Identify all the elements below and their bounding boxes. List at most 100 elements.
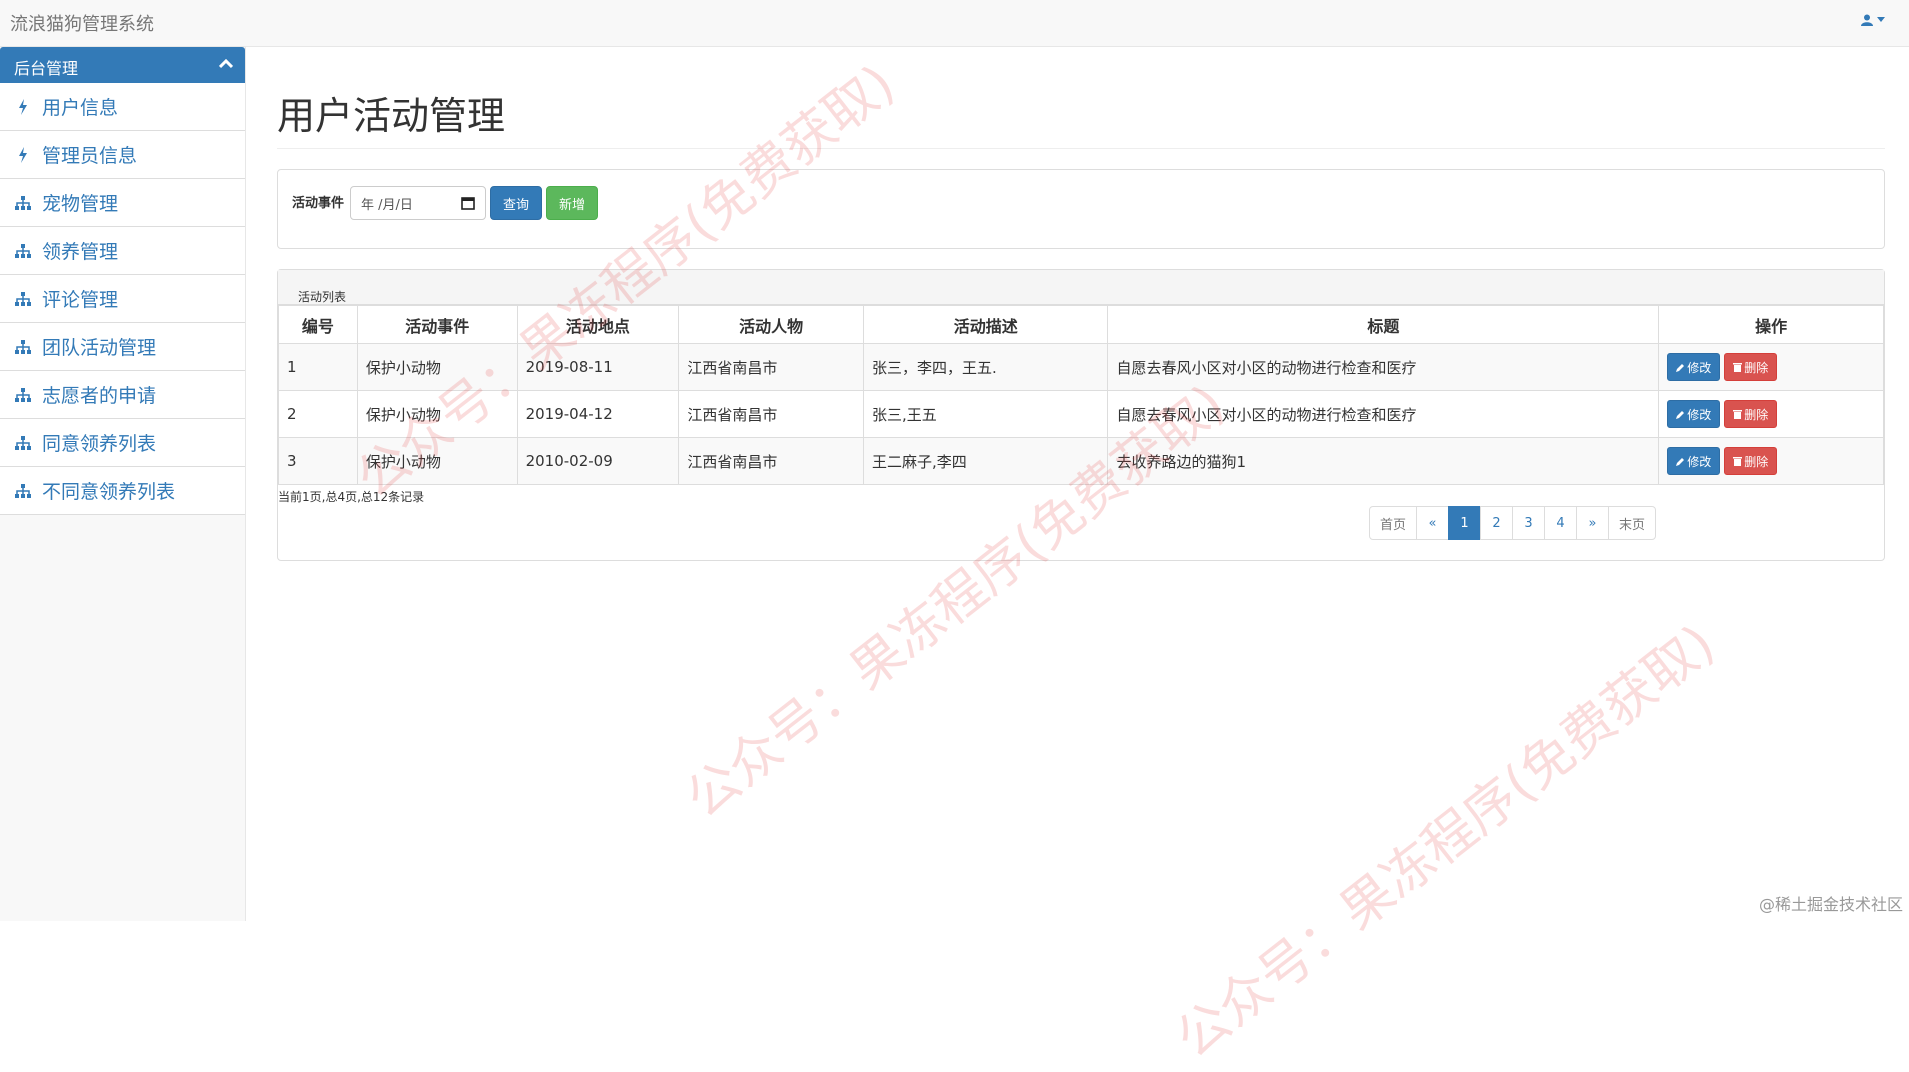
sidebar-item[interactable]: 宠物管理 — [0, 179, 245, 227]
delete-label: 删除 — [1744, 406, 1768, 423]
edit-button[interactable]: 修改 — [1667, 447, 1720, 475]
sidebar-item[interactable]: 志愿者的申请 — [0, 371, 245, 419]
column-header: 标题 — [1108, 306, 1659, 344]
sitemap-icon — [14, 244, 32, 258]
cell-people: 江西省南昌市 — [679, 391, 864, 438]
bolt-icon — [14, 99, 32, 115]
search-button[interactable]: 查询 — [490, 186, 542, 220]
cell-actions: 修改 删除 — [1659, 391, 1884, 438]
delete-button[interactable]: 删除 — [1724, 353, 1777, 381]
page-button[interactable]: 4 — [1544, 506, 1577, 540]
prev-page-button[interactable]: « — [1416, 506, 1449, 540]
cell-id: 3 — [279, 438, 358, 485]
cell-location: 2010-02-09 — [517, 438, 679, 485]
calendar-icon[interactable] — [461, 196, 475, 210]
sidebar-item-label: 不同意领养列表 — [42, 477, 175, 504]
page-button[interactable]: 2 — [1480, 506, 1513, 540]
trash-icon — [1733, 456, 1742, 466]
cell-location: 2019-08-11 — [517, 344, 679, 391]
query-panel: 活动事件 年 /月/日 查询 新增 — [277, 169, 1885, 249]
pencil-icon — [1676, 410, 1685, 419]
sidebar-item[interactable]: 领养管理 — [0, 227, 245, 275]
pagination: 首页«1234»末页 — [1370, 506, 1656, 540]
sidebar-item[interactable]: 团队活动管理 — [0, 323, 245, 371]
sidebar-header-label: 后台管理 — [14, 59, 78, 78]
top-navbar: 流浪猫狗管理系统 — [0, 0, 1909, 47]
sidebar-item-label: 宠物管理 — [42, 189, 118, 216]
add-button[interactable]: 新增 — [546, 186, 598, 220]
pencil-icon — [1676, 363, 1685, 372]
activity-table: 编号活动事件活动地点活动人物活动描述标题操作 1保护小动物2019-08-11江… — [278, 305, 1884, 485]
edit-label: 修改 — [1687, 406, 1711, 423]
sidebar-item-label: 同意领养列表 — [42, 429, 156, 456]
user-icon — [1861, 14, 1873, 26]
sidebar-item-label: 管理员信息 — [42, 141, 137, 168]
first-page-button[interactable]: 首页 — [1369, 506, 1417, 540]
edit-button[interactable]: 修改 — [1667, 400, 1720, 428]
cell-desc: 张三，李四，王五. — [863, 344, 1108, 391]
page-button[interactable]: 3 — [1512, 506, 1545, 540]
row-actions: 修改 删除 — [1667, 447, 1875, 475]
sitemap-icon — [14, 388, 32, 402]
sidebar-item[interactable]: 评论管理 — [0, 275, 245, 323]
sidebar-item[interactable]: 用户信息 — [0, 83, 245, 131]
pencil-icon — [1676, 457, 1685, 466]
corner-watermark: @稀土掘金技术社区 — [1759, 891, 1903, 915]
column-header: 活动地点 — [517, 306, 679, 344]
delete-button[interactable]: 删除 — [1724, 400, 1777, 428]
sidebar-header[interactable]: 后台管理 — [0, 47, 245, 83]
date-input[interactable]: 年 /月/日 — [350, 186, 486, 220]
sidebar-item[interactable]: 同意领养列表 — [0, 419, 245, 467]
delete-label: 删除 — [1744, 453, 1768, 470]
edit-label: 修改 — [1687, 359, 1711, 376]
sidebar: 后台管理 用户信息管理员信息宠物管理领养管理评论管理团队活动管理志愿者的申请同意… — [0, 47, 246, 921]
cell-event: 保护小动物 — [357, 344, 517, 391]
cell-desc: 王二麻子,李四 — [863, 438, 1108, 485]
cell-event: 保护小动物 — [357, 391, 517, 438]
cell-event: 保护小动物 — [357, 438, 517, 485]
column-header: 操作 — [1659, 306, 1884, 344]
table-row: 1保护小动物2019-08-11江西省南昌市张三，李四，王五.自愿去春风小区对小… — [279, 344, 1884, 391]
sidebar-item[interactable]: 不同意领养列表 — [0, 467, 245, 515]
cell-people: 江西省南昌市 — [679, 344, 864, 391]
row-actions: 修改 删除 — [1667, 400, 1875, 428]
column-header: 编号 — [279, 306, 358, 344]
next-page-button[interactable]: » — [1576, 506, 1609, 540]
cell-id: 2 — [279, 391, 358, 438]
watermark: 公众号：果冻程序(免费获取) — [1157, 603, 1727, 1071]
user-menu[interactable] — [1861, 14, 1885, 26]
cell-title: 自愿去春风小区对小区的动物进行检查和医疗 — [1108, 344, 1659, 391]
cell-title: 去收养路边的猫狗1 — [1108, 438, 1659, 485]
sidebar-item-label: 志愿者的申请 — [42, 381, 156, 408]
table-row: 2保护小动物2019-04-12江西省南昌市张三,王五自愿去春风小区对小区的动物… — [279, 391, 1884, 438]
delete-label: 删除 — [1744, 359, 1768, 376]
main-content: 用户活动管理 活动事件 年 /月/日 查询 新增 活动列表 编号活动事件活动地点… — [277, 47, 1885, 561]
sitemap-icon — [14, 484, 32, 498]
sitemap-icon — [14, 340, 32, 354]
list-heading: 活动列表 — [278, 270, 1884, 305]
sitemap-icon — [14, 292, 32, 306]
page-button[interactable]: 1 — [1448, 506, 1481, 540]
sidebar-item-label: 领养管理 — [42, 237, 118, 264]
page-info: 当前1页,总4页,总12条记录 — [278, 488, 1884, 505]
bolt-icon — [14, 147, 32, 163]
cell-actions: 修改 删除 — [1659, 438, 1884, 485]
column-header: 活动人物 — [679, 306, 864, 344]
date-placeholder: 年 /月/日 — [361, 194, 413, 213]
sidebar-item-label: 团队活动管理 — [42, 333, 156, 360]
trash-icon — [1733, 409, 1742, 419]
trash-icon — [1733, 362, 1742, 372]
cell-id: 1 — [279, 344, 358, 391]
event-query-label: 活动事件 — [292, 192, 344, 211]
edit-button[interactable]: 修改 — [1667, 353, 1720, 381]
delete-button[interactable]: 删除 — [1724, 447, 1777, 475]
app-title[interactable]: 流浪猫狗管理系统 — [10, 10, 154, 36]
chevron-up-icon — [219, 59, 233, 69]
page-title: 用户活动管理 — [277, 85, 1885, 149]
sitemap-icon — [14, 196, 32, 210]
sidebar-item[interactable]: 管理员信息 — [0, 131, 245, 179]
sidebar-item-label: 评论管理 — [42, 285, 118, 312]
last-page-button[interactable]: 末页 — [1608, 506, 1656, 540]
sitemap-icon — [14, 436, 32, 450]
cell-title: 自愿去春风小区对小区的动物进行检查和医疗 — [1108, 391, 1659, 438]
